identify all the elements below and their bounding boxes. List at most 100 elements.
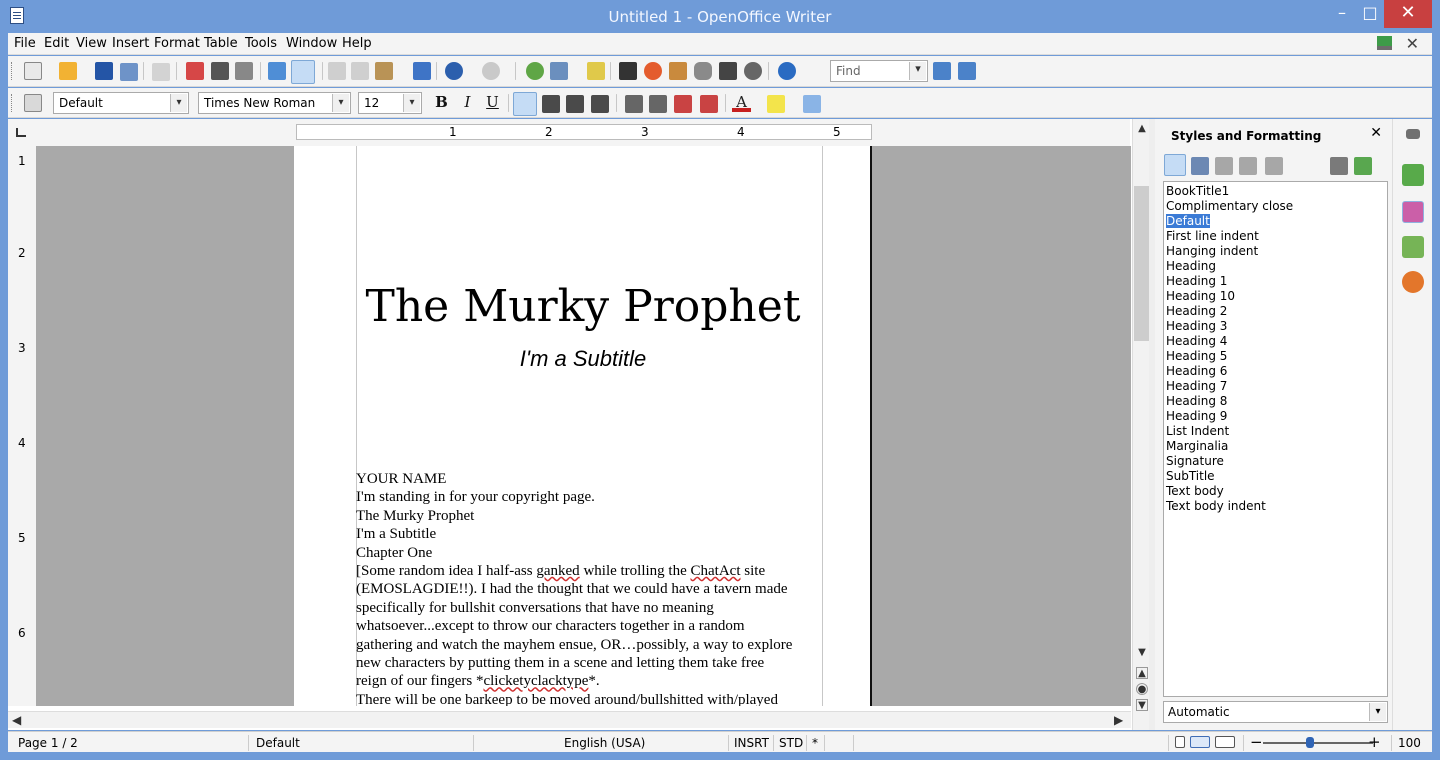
- find-dropdown[interactable]: ▾: [909, 62, 926, 80]
- paragraph-styles-icon[interactable]: [1164, 154, 1186, 176]
- font-size-dropdown[interactable]: ▾: [403, 94, 420, 112]
- zoom-out-button[interactable]: −: [1250, 733, 1263, 751]
- close-button[interactable]: ✕: [1384, 0, 1432, 28]
- sidebar-styles-icon[interactable]: [1402, 201, 1424, 223]
- style-item[interactable]: Text body indent: [1166, 499, 1385, 514]
- bold-button[interactable]: B: [432, 93, 451, 112]
- menu-file[interactable]: File: [14, 36, 36, 51]
- page-styles-icon[interactable]: [1239, 157, 1257, 175]
- gallery-dock-icon[interactable]: [1402, 236, 1424, 258]
- numbering-icon[interactable]: [625, 95, 643, 113]
- autospellcheck-icon[interactable]: [291, 60, 315, 84]
- style-item[interactable]: Signature: [1166, 454, 1385, 469]
- nonprinting-characters-icon[interactable]: [719, 62, 737, 80]
- zoom-in-button[interactable]: +: [1368, 733, 1381, 751]
- scroll-down-button[interactable]: ▼: [1136, 647, 1148, 659]
- character-styles-icon[interactable]: [1191, 157, 1209, 175]
- navigation-button[interactable]: ●: [1136, 683, 1148, 695]
- font-name-select[interactable]: Times New Roman ▾: [198, 92, 351, 114]
- tab-stop-selector[interactable]: [8, 119, 36, 146]
- page-style-indicator[interactable]: Default: [256, 736, 300, 750]
- menu-edit[interactable]: Edit: [44, 36, 69, 51]
- style-item[interactable]: Heading 8: [1166, 394, 1385, 409]
- align-left-icon[interactable]: [513, 92, 537, 116]
- properties-icon[interactable]: [1402, 164, 1424, 186]
- paragraph-style-dropdown[interactable]: ▾: [170, 94, 187, 112]
- style-item[interactable]: Heading 1: [1166, 274, 1385, 289]
- style-filter-select[interactable]: Automatic ▾: [1163, 701, 1388, 723]
- style-item[interactable]: Heading 10: [1166, 289, 1385, 304]
- menu-tools[interactable]: Tools: [245, 36, 277, 51]
- find-up-icon[interactable]: [958, 62, 976, 80]
- new-style-icon[interactable]: [1354, 157, 1372, 175]
- zoom-slider[interactable]: [1263, 742, 1373, 744]
- cut-icon[interactable]: [328, 62, 346, 80]
- style-item[interactable]: Heading 9: [1166, 409, 1385, 424]
- font-name-dropdown[interactable]: ▾: [332, 94, 349, 112]
- style-item[interactable]: BookTitle1: [1166, 184, 1385, 199]
- scroll-up-button[interactable]: ▲: [1136, 123, 1148, 135]
- style-item[interactable]: Heading 5: [1166, 349, 1385, 364]
- menu-format[interactable]: Format: [154, 36, 200, 51]
- document-page[interactable]: The Murky Prophet I'm a Subtitle YOUR NA…: [294, 146, 872, 706]
- navigator-icon[interactable]: [644, 62, 662, 80]
- previous-page-button[interactable]: ▲: [1136, 667, 1148, 679]
- gallery-icon[interactable]: [669, 62, 687, 80]
- paragraph-style-select[interactable]: Default ▾: [53, 92, 189, 114]
- data-sources-icon[interactable]: [694, 62, 712, 80]
- redo-icon[interactable]: [482, 62, 500, 80]
- scroll-left-button[interactable]: ◀: [12, 713, 21, 727]
- frame-styles-icon[interactable]: [1215, 157, 1233, 175]
- style-item[interactable]: SubTitle: [1166, 469, 1385, 484]
- style-item[interactable]: Text body: [1166, 484, 1385, 499]
- help-icon[interactable]: [778, 62, 796, 80]
- highlight-icon[interactable]: [767, 95, 785, 113]
- clone-format-icon[interactable]: [413, 62, 431, 80]
- selection-mode-indicator[interactable]: STD: [779, 736, 803, 750]
- vertical-scrollbar[interactable]: ▲ ▼ ▲ ● ▼: [1132, 119, 1149, 730]
- style-item-selected[interactable]: Default: [1166, 214, 1385, 229]
- save-icon[interactable]: [95, 62, 113, 80]
- single-page-icon[interactable]: [1175, 736, 1185, 748]
- scroll-right-button[interactable]: ▶: [1114, 713, 1123, 727]
- print-icon[interactable]: [211, 62, 229, 80]
- close-document-button[interactable]: ✕: [1406, 34, 1419, 53]
- new-document-icon[interactable]: [24, 62, 42, 80]
- menu-table[interactable]: Table: [204, 36, 238, 51]
- toolbar-grip[interactable]: [11, 62, 15, 80]
- page-indicator[interactable]: Page 1 / 2: [18, 736, 78, 750]
- edit-file-icon[interactable]: [152, 63, 170, 81]
- style-item[interactable]: Heading 2: [1166, 304, 1385, 319]
- align-right-icon[interactable]: [566, 95, 584, 113]
- style-item[interactable]: Heading: [1166, 259, 1385, 274]
- align-center-icon[interactable]: [542, 95, 560, 113]
- justify-icon[interactable]: [591, 95, 609, 113]
- document-body[interactable]: YOUR NAME I'm standing in for your copyr…: [356, 470, 830, 706]
- table-icon[interactable]: [550, 62, 568, 80]
- spelling-icon[interactable]: [268, 62, 286, 80]
- style-filter-dropdown[interactable]: ▾: [1369, 703, 1386, 721]
- horizontal-scrollbar[interactable]: ◀ ▶: [8, 711, 1131, 728]
- menu-window[interactable]: Window: [286, 36, 337, 51]
- sidebar-menu-icon[interactable]: [1406, 129, 1420, 139]
- increase-indent-icon[interactable]: [700, 95, 718, 113]
- font-color-icon[interactable]: A: [732, 93, 751, 112]
- styles-icon[interactable]: [24, 94, 42, 112]
- language-indicator[interactable]: English (USA): [564, 736, 645, 750]
- decrease-indent-icon[interactable]: [674, 95, 692, 113]
- italic-button[interactable]: I: [458, 93, 477, 112]
- undo-icon[interactable]: [445, 62, 463, 80]
- document-subtitle[interactable]: I'm a Subtitle: [294, 346, 872, 372]
- email-icon[interactable]: [120, 63, 138, 81]
- find-down-icon[interactable]: [933, 62, 951, 80]
- style-list[interactable]: BookTitle1 Complimentary close Default F…: [1163, 181, 1388, 697]
- menu-view[interactable]: View: [76, 36, 107, 51]
- style-item[interactable]: Heading 3: [1166, 319, 1385, 334]
- toolbar-grip[interactable]: [11, 94, 15, 112]
- style-item[interactable]: Heading 7: [1166, 379, 1385, 394]
- font-size-select[interactable]: 12 ▾: [358, 92, 422, 114]
- draw-functions-icon[interactable]: [587, 62, 605, 80]
- menu-help[interactable]: Help: [342, 36, 372, 51]
- navigator-dock-icon[interactable]: [1402, 271, 1424, 293]
- find-replace-icon[interactable]: [619, 62, 637, 80]
